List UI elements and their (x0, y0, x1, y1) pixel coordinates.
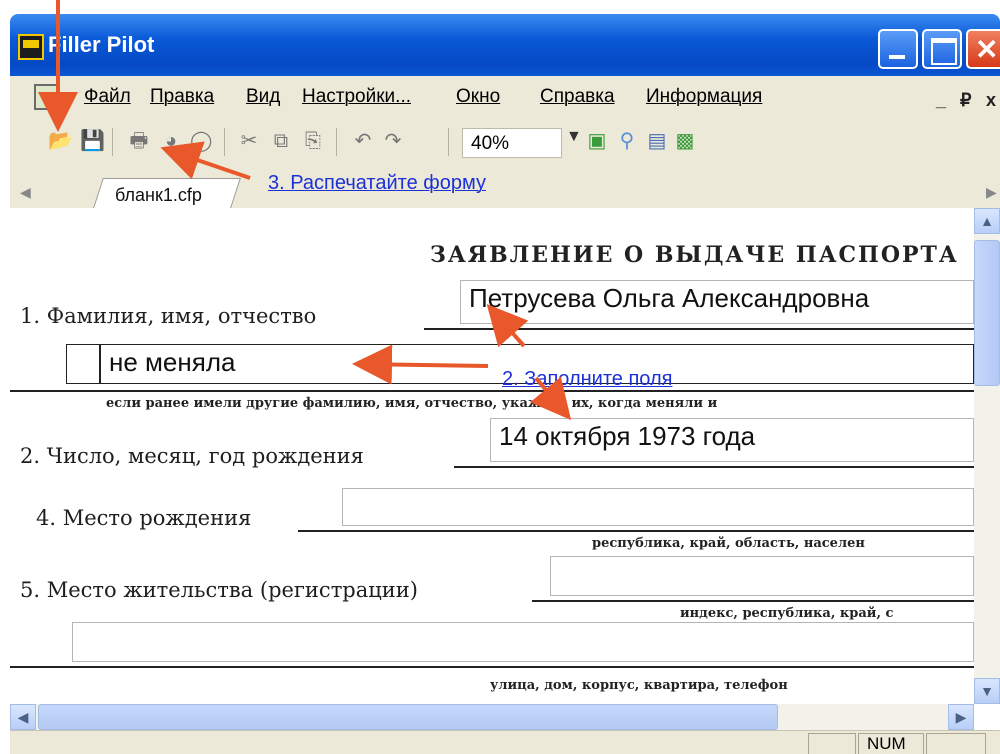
fax-icon[interactable]: ◯ (190, 130, 212, 152)
app-icon (18, 34, 44, 60)
copy-icon[interactable]: ⧉ (270, 130, 292, 152)
zoom-select[interactable]: 40% (462, 128, 562, 158)
close-button[interactable] (966, 29, 1000, 69)
checkbox-cell[interactable] (66, 344, 100, 384)
hint-birthplace: республика, край, область, населен (592, 536, 865, 551)
toolbar-separator (112, 128, 113, 156)
redo-icon[interactable]: ↷ (382, 130, 404, 152)
scroll-left-icon[interactable]: ◀ (10, 704, 36, 730)
toolbar-separator (336, 128, 337, 156)
underline (424, 328, 974, 330)
mdi-minimize-button[interactable]: _ (936, 90, 946, 111)
annotation-step3: 3. Распечатайте форму (268, 172, 486, 195)
mdi-close-button[interactable]: x (986, 90, 996, 111)
title-bar: Filler Pilot (10, 14, 1000, 76)
underline (298, 530, 974, 532)
scroll-up-icon[interactable]: ▲ (974, 208, 1000, 234)
annotation-step3-text: 3. Распечатайте форму (268, 172, 486, 194)
cut-icon[interactable]: ✂ (238, 130, 260, 152)
birth-date-field[interactable]: 14 октября 1973 года (490, 418, 974, 462)
menu-settings[interactable]: Настройки... (302, 86, 411, 108)
fit-width-icon[interactable]: ▤ (646, 130, 668, 152)
chevron-down-icon[interactable]: ▼ (566, 128, 582, 146)
vertical-scrollbar[interactable]: ▲ ▼ (974, 208, 1000, 704)
hint-previous-name: если ранее имели другие фамилию, имя, от… (106, 396, 718, 411)
form-title: ЗАЯВЛЕНИЕ О ВЫДАЧЕ ПАСПОРТА (430, 242, 959, 268)
status-num: NUM (858, 733, 924, 754)
zoom-icon[interactable]: ⚲ (616, 130, 638, 152)
toolbar: 📂 💾 🖶 ◕ ◯ ✂ ⧉ ⎘ ↶ ↷ 40% ▼ ▣ ⚲ ▤ ▩ (10, 118, 1000, 167)
print-preview-icon[interactable]: ◕ (160, 130, 182, 152)
status-panel (808, 733, 856, 754)
underline (454, 466, 974, 468)
mdi-restore-button[interactable]: ₽ (960, 90, 971, 111)
menu-info[interactable]: Информация (646, 86, 762, 108)
hint-street: улица, дом, корпус, квартира, телефон (490, 678, 788, 693)
paste-icon[interactable]: ⎘ (302, 130, 324, 152)
tab-document[interactable]: бланк1.cfp (115, 185, 202, 206)
menu-edit[interactable]: Правка (150, 86, 214, 108)
horizontal-scrollbar[interactable]: ◀ ▶ (10, 704, 974, 730)
annotation-step2: 2. Заполните поля (502, 368, 673, 390)
maximize-button[interactable] (922, 29, 962, 69)
underline (10, 390, 974, 392)
app-window: Filler Pilot Файл Правка Вид Настройки..… (10, 14, 1000, 754)
address-field[interactable] (72, 622, 974, 662)
fio-field[interactable]: Петрусева Ольга Александровна (460, 280, 974, 324)
save-icon[interactable]: 💾 (80, 130, 105, 152)
label-birth-date: 2. Число, месяц, год рождения (20, 444, 364, 468)
birthplace-field[interactable] (342, 488, 974, 526)
window-title: Filler Pilot (48, 32, 155, 57)
tab-scroll-left-icon[interactable]: ◀ (20, 184, 31, 201)
residence-field[interactable] (550, 556, 974, 596)
undo-icon[interactable]: ↶ (352, 130, 374, 152)
minimize-button[interactable] (878, 29, 918, 69)
label-fio: 1. Фамилия, имя, отчество (20, 304, 317, 328)
label-residence: 5. Место жительства (регистрации) (20, 578, 418, 602)
horizontal-scroll-thumb[interactable] (38, 704, 778, 730)
document-icon[interactable] (34, 84, 60, 110)
toolbar-separator (448, 128, 449, 156)
menu-view[interactable]: Вид (246, 86, 280, 108)
open-icon[interactable]: 📂 (48, 130, 73, 152)
zoom-value: 40% (471, 133, 510, 154)
underline (10, 666, 974, 668)
tab-bar: ◀ бланк1.cfp ▶ (10, 166, 1000, 209)
menu-help[interactable]: Справка (540, 86, 615, 108)
menu-file[interactable]: Файл (84, 86, 131, 108)
hint-address: индекс, республика, край, с (680, 606, 894, 621)
status-bar: NUM (10, 730, 1000, 754)
vertical-scroll-thumb[interactable] (974, 240, 1000, 386)
toolbar-separator (224, 128, 225, 156)
scroll-right-icon[interactable]: ▶ (948, 704, 974, 730)
tab-scroll-right-icon[interactable]: ▶ (986, 184, 997, 201)
underline (532, 600, 974, 602)
menu-window[interactable]: Окно (456, 86, 500, 108)
label-birthplace: 4. Место рождения (36, 506, 252, 530)
document-area: ЗАЯВЛЕНИЕ О ВЫДАЧЕ ПАСПОРТА 1. Фамилия, … (10, 208, 974, 704)
print-icon[interactable]: 🖶 (128, 130, 150, 152)
scroll-down-icon[interactable]: ▼ (974, 678, 1000, 704)
field-icon[interactable]: ▩ (674, 130, 696, 152)
menu-bar: Файл Правка Вид Настройки... Окно Справк… (10, 76, 1000, 118)
status-panel (926, 733, 986, 754)
fit-page-icon[interactable]: ▣ (586, 130, 608, 152)
